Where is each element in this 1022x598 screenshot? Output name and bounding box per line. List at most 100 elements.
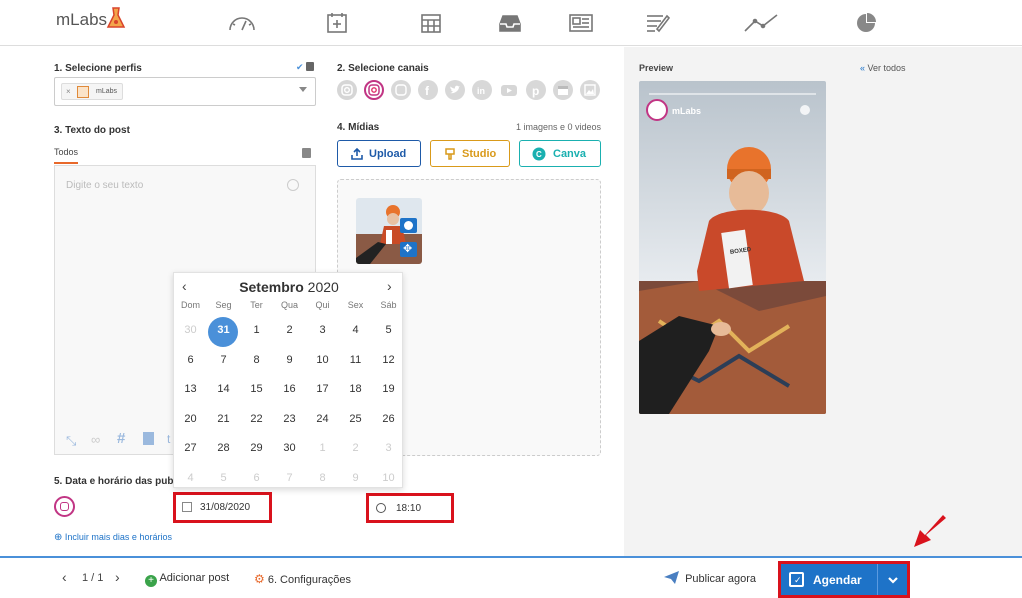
calendar-day[interactable]: 19	[372, 383, 405, 395]
instagram-channel-icon[interactable]	[337, 80, 357, 100]
pie-chart-icon[interactable]	[854, 12, 878, 34]
check-all-icon[interactable]: ✔	[296, 62, 304, 73]
inbox-icon[interactable]	[498, 12, 522, 34]
calendar-day[interactable]: 5	[372, 324, 405, 336]
calendar-day[interactable]: 23	[273, 413, 306, 425]
trash-icon[interactable]	[306, 62, 314, 71]
edit-media-gear-icon[interactable]	[400, 218, 417, 233]
publish-now-button[interactable]: Publicar agora	[664, 571, 756, 585]
schedule-button[interactable]: ✓ Agendar	[778, 561, 910, 598]
calendar-day[interactable]: 18	[339, 383, 372, 395]
calendar-day[interactable]: 13	[174, 383, 207, 395]
calendar-icon[interactable]	[419, 12, 443, 34]
more-tools-icon[interactable]: t	[167, 432, 170, 446]
calendar-day[interactable]: 7	[273, 472, 306, 484]
calendar-day[interactable]: 30	[273, 442, 306, 454]
google-business-channel-icon[interactable]	[553, 80, 573, 100]
twitter-channel-icon[interactable]	[445, 80, 465, 100]
calendar-day[interactable]: 9	[339, 472, 372, 484]
previous-post-icon[interactable]: ‹	[62, 569, 67, 585]
calendar-day[interactable]: 24	[306, 413, 339, 425]
calendar-day[interactable]: 4	[339, 324, 372, 336]
hashtag-icon[interactable]: #	[117, 430, 125, 447]
calendar-day[interactable]: 26	[372, 413, 405, 425]
preview-account-name: mLabs	[672, 106, 702, 116]
calendar-day[interactable]: 9	[273, 354, 306, 366]
mlabs-logo[interactable]: mLabs	[56, 7, 126, 30]
calendar-day[interactable]: 5	[207, 472, 240, 484]
notes-icon[interactable]	[645, 12, 671, 34]
analytics-icon[interactable]	[743, 12, 779, 34]
gear-icon: ⚙	[254, 572, 265, 586]
calendar-day[interactable]: 17	[306, 383, 339, 395]
time-input[interactable]: 18:10	[366, 493, 454, 523]
report-icon[interactable]	[568, 12, 594, 34]
profile-select[interactable]: × mLabs	[54, 77, 316, 106]
youtube-channel-icon[interactable]	[499, 80, 519, 100]
calendar-day[interactable]: 14	[207, 383, 240, 395]
linkedin-channel-icon[interactable]: in	[472, 80, 492, 100]
next-month-icon[interactable]: ›	[387, 278, 392, 294]
tab-todos[interactable]: Todos	[54, 147, 78, 157]
move-media-icon[interactable]: ✥	[400, 242, 417, 257]
emoji-icon[interactable]	[287, 179, 299, 191]
calendar-day[interactable]: 6	[240, 472, 273, 484]
facebook-channel-icon[interactable]: f	[418, 80, 438, 100]
schedule-options-chevron-icon[interactable]	[885, 572, 901, 588]
calendar-day[interactable]: 8	[306, 472, 339, 484]
calendar-day[interactable]: 2	[273, 324, 306, 336]
add-post-button[interactable]: + Adicionar post	[145, 572, 229, 587]
calendar-day[interactable]: 27	[174, 442, 207, 454]
media-thumbnail[interactable]: ✥	[356, 198, 422, 264]
calendar-day[interactable]: 16	[273, 383, 306, 395]
document-icon[interactable]	[143, 432, 154, 445]
calendar-day[interactable]: 20	[174, 413, 207, 425]
calendar-day[interactable]: 4	[174, 472, 207, 484]
flask-icon	[106, 7, 126, 28]
schedule-label: Agendar	[813, 573, 862, 587]
calendar-day[interactable]: 3	[306, 324, 339, 336]
dropdown-arrow-icon[interactable]	[299, 87, 307, 92]
calendar-day[interactable]: 2	[339, 442, 372, 454]
calendar-day[interactable]: 31	[207, 324, 240, 336]
link-icon[interactable]: ∞	[91, 432, 100, 447]
calendar-day[interactable]: 28	[207, 442, 240, 454]
reels-channel-icon[interactable]	[391, 80, 411, 100]
instagram-story-channel-icon[interactable]	[364, 80, 384, 100]
calendar-day[interactable]: 6	[174, 354, 207, 366]
clear-text-trash-icon[interactable]	[302, 148, 311, 158]
studio-button[interactable]: Studio	[430, 140, 510, 167]
image-channel-icon[interactable]	[580, 80, 600, 100]
calendar-day[interactable]: 29	[240, 442, 273, 454]
remove-chip-icon[interactable]: ×	[66, 87, 71, 96]
settings-button[interactable]: ⚙ 6. Configurações	[254, 572, 351, 586]
date-input[interactable]: 31/08/2020	[173, 492, 272, 523]
calendar-day[interactable]: 22	[240, 413, 273, 425]
add-post-icon[interactable]	[325, 12, 349, 34]
shorten-icon[interactable]: ⤡	[66, 433, 76, 449]
calendar-day[interactable]: 12	[372, 354, 405, 366]
calendar-day[interactable]: 8	[240, 354, 273, 366]
calendar-day[interactable]: 1	[306, 442, 339, 454]
dashboard-gauge-icon[interactable]	[227, 12, 257, 34]
profile-chip[interactable]: × mLabs	[61, 83, 123, 100]
calendar-day[interactable]: 21	[207, 413, 240, 425]
upload-button[interactable]: Upload	[337, 140, 421, 167]
calendar-day[interactable]: 15	[240, 383, 273, 395]
svg-text:C: C	[536, 150, 542, 159]
calendar-day[interactable]: 11	[339, 354, 372, 366]
pinterest-channel-icon[interactable]: p	[526, 80, 546, 100]
calendar-day[interactable]: 10	[372, 472, 405, 484]
calendar-day[interactable]: 30	[174, 324, 207, 336]
canva-button[interactable]: C Canva	[519, 140, 601, 167]
double-chevron-left-icon: «	[860, 63, 866, 73]
svg-text:f: f	[425, 84, 430, 98]
calendar-day[interactable]: 25	[339, 413, 372, 425]
calendar-day[interactable]: 7	[207, 354, 240, 366]
add-more-dates-link[interactable]: ⊕ Incluir mais dias e horários	[54, 532, 172, 543]
next-post-icon[interactable]: ›	[115, 569, 120, 585]
see-all-link[interactable]: « Ver todos	[860, 63, 906, 73]
calendar-day[interactable]: 10	[306, 354, 339, 366]
calendar-day[interactable]: 3	[372, 442, 405, 454]
calendar-day[interactable]: 1	[240, 324, 273, 336]
